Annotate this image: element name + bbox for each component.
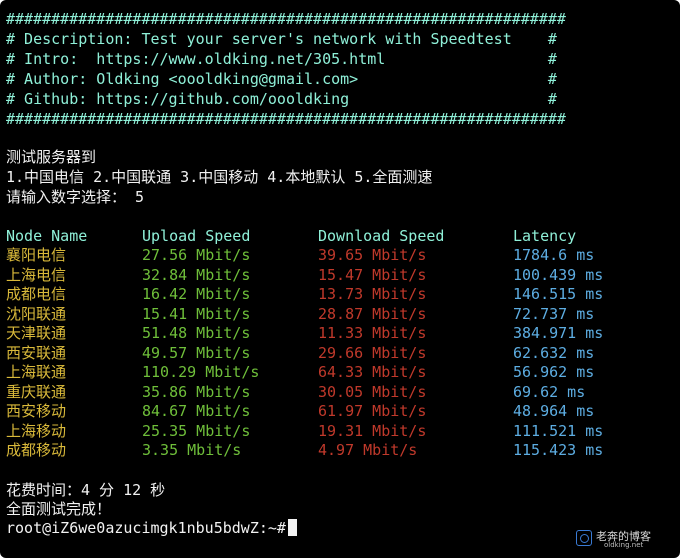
table-row: 沈阳联通 15.41 Mbit/s 28.87 Mbit/s 72.737 ms xyxy=(0,305,680,324)
header-download: Download Speed xyxy=(318,227,445,245)
download-speed: 13.73 Mbit/s xyxy=(318,285,427,303)
table-row: 西安移动 84.67 Mbit/s 61.97 Mbit/s 48.964 ms xyxy=(0,402,680,421)
table-row: 襄阳电信 27.56 Mbit/s 39.65 Mbit/s 1784.6 ms xyxy=(0,246,680,265)
node-name: 重庆联通 xyxy=(6,382,67,401)
node-name: 天津联通 xyxy=(6,324,67,342)
download-speed: 64.33 Mbit/s xyxy=(318,363,427,381)
upload-speed: 3.35 Mbit/s xyxy=(142,441,242,459)
download-speed: 28.87 Mbit/s xyxy=(318,304,427,323)
latency: 146.515 ms xyxy=(513,285,604,303)
download-speed: 4.97 Mbit/s xyxy=(318,441,418,459)
latency: 62.632 ms xyxy=(513,343,595,362)
upload-speed: 49.57 Mbit/s xyxy=(142,343,251,362)
upload-speed: 27.56 Mbit/s xyxy=(142,246,251,264)
terminal-window[interactable]: ########################################… xyxy=(0,0,680,558)
watermark-subtitle: oldking.net xyxy=(604,541,644,549)
download-speed: 29.66 Mbit/s xyxy=(318,343,427,362)
banner-description: # Description: Test your server's networ… xyxy=(6,30,557,48)
download-speed: 30.05 Mbit/s xyxy=(318,382,427,401)
node-name: 襄阳电信 xyxy=(6,246,67,264)
upload-speed: 25.35 Mbit/s xyxy=(142,421,251,440)
test-complete-message: 全面测试完成！ xyxy=(6,500,112,518)
header-upload: Upload Speed xyxy=(142,227,251,245)
download-speed: 11.33 Mbit/s xyxy=(318,324,427,342)
node-name: 上海电信 xyxy=(6,265,67,284)
menu-title: 测试服务器到 xyxy=(6,148,97,166)
blog-logo-icon xyxy=(576,530,592,546)
upload-speed: 32.84 Mbit/s xyxy=(142,265,251,284)
upload-speed: 16.42 Mbit/s xyxy=(142,285,251,303)
latency: 72.737 ms xyxy=(513,304,595,323)
shell-prompt-line[interactable]: root@iZ6we0azucimgk1nbu5bdwZ:~# xyxy=(6,519,297,537)
menu-prompt: 请输入数字选择： 5 xyxy=(6,188,145,206)
node-name: 沈阳联通 xyxy=(6,304,67,323)
upload-speed: 35.86 Mbit/s xyxy=(142,382,251,401)
upload-speed: 15.41 Mbit/s xyxy=(142,304,251,323)
download-speed: 61.97 Mbit/s xyxy=(318,402,427,420)
table-row: 上海移动 25.35 Mbit/s 19.31 Mbit/s 111.521 m… xyxy=(0,422,680,441)
latency: 48.964 ms xyxy=(513,402,595,420)
table-row: 重庆联通 35.86 Mbit/s 30.05 Mbit/s 69.62 ms xyxy=(0,383,680,402)
table-row: 上海电信 32.84 Mbit/s 15.47 Mbit/s 100.439 m… xyxy=(0,266,680,285)
table-row: 成都电信 16.42 Mbit/s 13.73 Mbit/s 146.515 m… xyxy=(0,285,680,304)
node-name: 西安联通 xyxy=(6,343,67,362)
latency: 1784.6 ms xyxy=(513,246,595,264)
download-speed: 39.65 Mbit/s xyxy=(318,246,427,264)
download-speed: 15.47 Mbit/s xyxy=(318,265,427,284)
menu-options: 1.中国电信 2.中国联通 3.中国移动 4.本地默认 5.全面测速 xyxy=(6,168,433,186)
banner-hash-top: ########################################… xyxy=(6,10,566,28)
table-row: 西安联通 49.57 Mbit/s 29.66 Mbit/s 62.632 ms xyxy=(0,344,680,363)
watermark-logo: 老奔的博客 oldking.net xyxy=(576,528,672,552)
latency: 111.521 ms xyxy=(513,421,604,440)
terminal-cursor xyxy=(287,519,297,536)
upload-speed: 84.67 Mbit/s xyxy=(142,402,251,420)
table-row: 天津联通 51.48 Mbit/s 11.33 Mbit/s 384.971 m… xyxy=(0,324,680,343)
latency: 69.62 ms xyxy=(513,382,586,401)
latency: 384.971 ms xyxy=(513,324,604,342)
header-node: Node Name xyxy=(6,227,88,245)
table-row: 上海联通 110.29 Mbit/s 64.33 Mbit/s 56.962 m… xyxy=(0,363,680,382)
table-row: 成都移动 3.35 Mbit/s 4.97 Mbit/s 115.423 ms xyxy=(0,441,680,460)
latency: 100.439 ms xyxy=(513,265,604,284)
banner-author: # Author: Oldking <oooldking@gmail.com> … xyxy=(6,70,557,88)
node-name: 上海联通 xyxy=(6,363,67,381)
table-header: Node Name Upload Speed Download Speed La… xyxy=(0,227,680,246)
node-name: 成都移动 xyxy=(6,441,67,459)
upload-speed: 51.48 Mbit/s xyxy=(142,324,251,342)
upload-speed: 110.29 Mbit/s xyxy=(142,363,260,381)
elapsed-time: 花费时间：4 分 12 秒 xyxy=(6,481,166,499)
header-latency: Latency xyxy=(513,227,577,245)
node-name: 上海移动 xyxy=(6,421,67,440)
banner-intro: # Intro: https://www.oldking.net/305.htm… xyxy=(6,50,557,68)
latency: 56.962 ms xyxy=(513,363,595,381)
latency: 115.423 ms xyxy=(513,441,604,459)
node-name: 成都电信 xyxy=(6,285,67,303)
download-speed: 19.31 Mbit/s xyxy=(318,421,427,440)
shell-prompt: root@iZ6we0azucimgk1nbu5bdwZ:~# xyxy=(6,519,286,537)
banner-github: # Github: https://github.com/oooldking # xyxy=(6,90,557,108)
node-name: 西安移动 xyxy=(6,402,67,420)
banner-hash-bottom: ########################################… xyxy=(6,110,566,128)
